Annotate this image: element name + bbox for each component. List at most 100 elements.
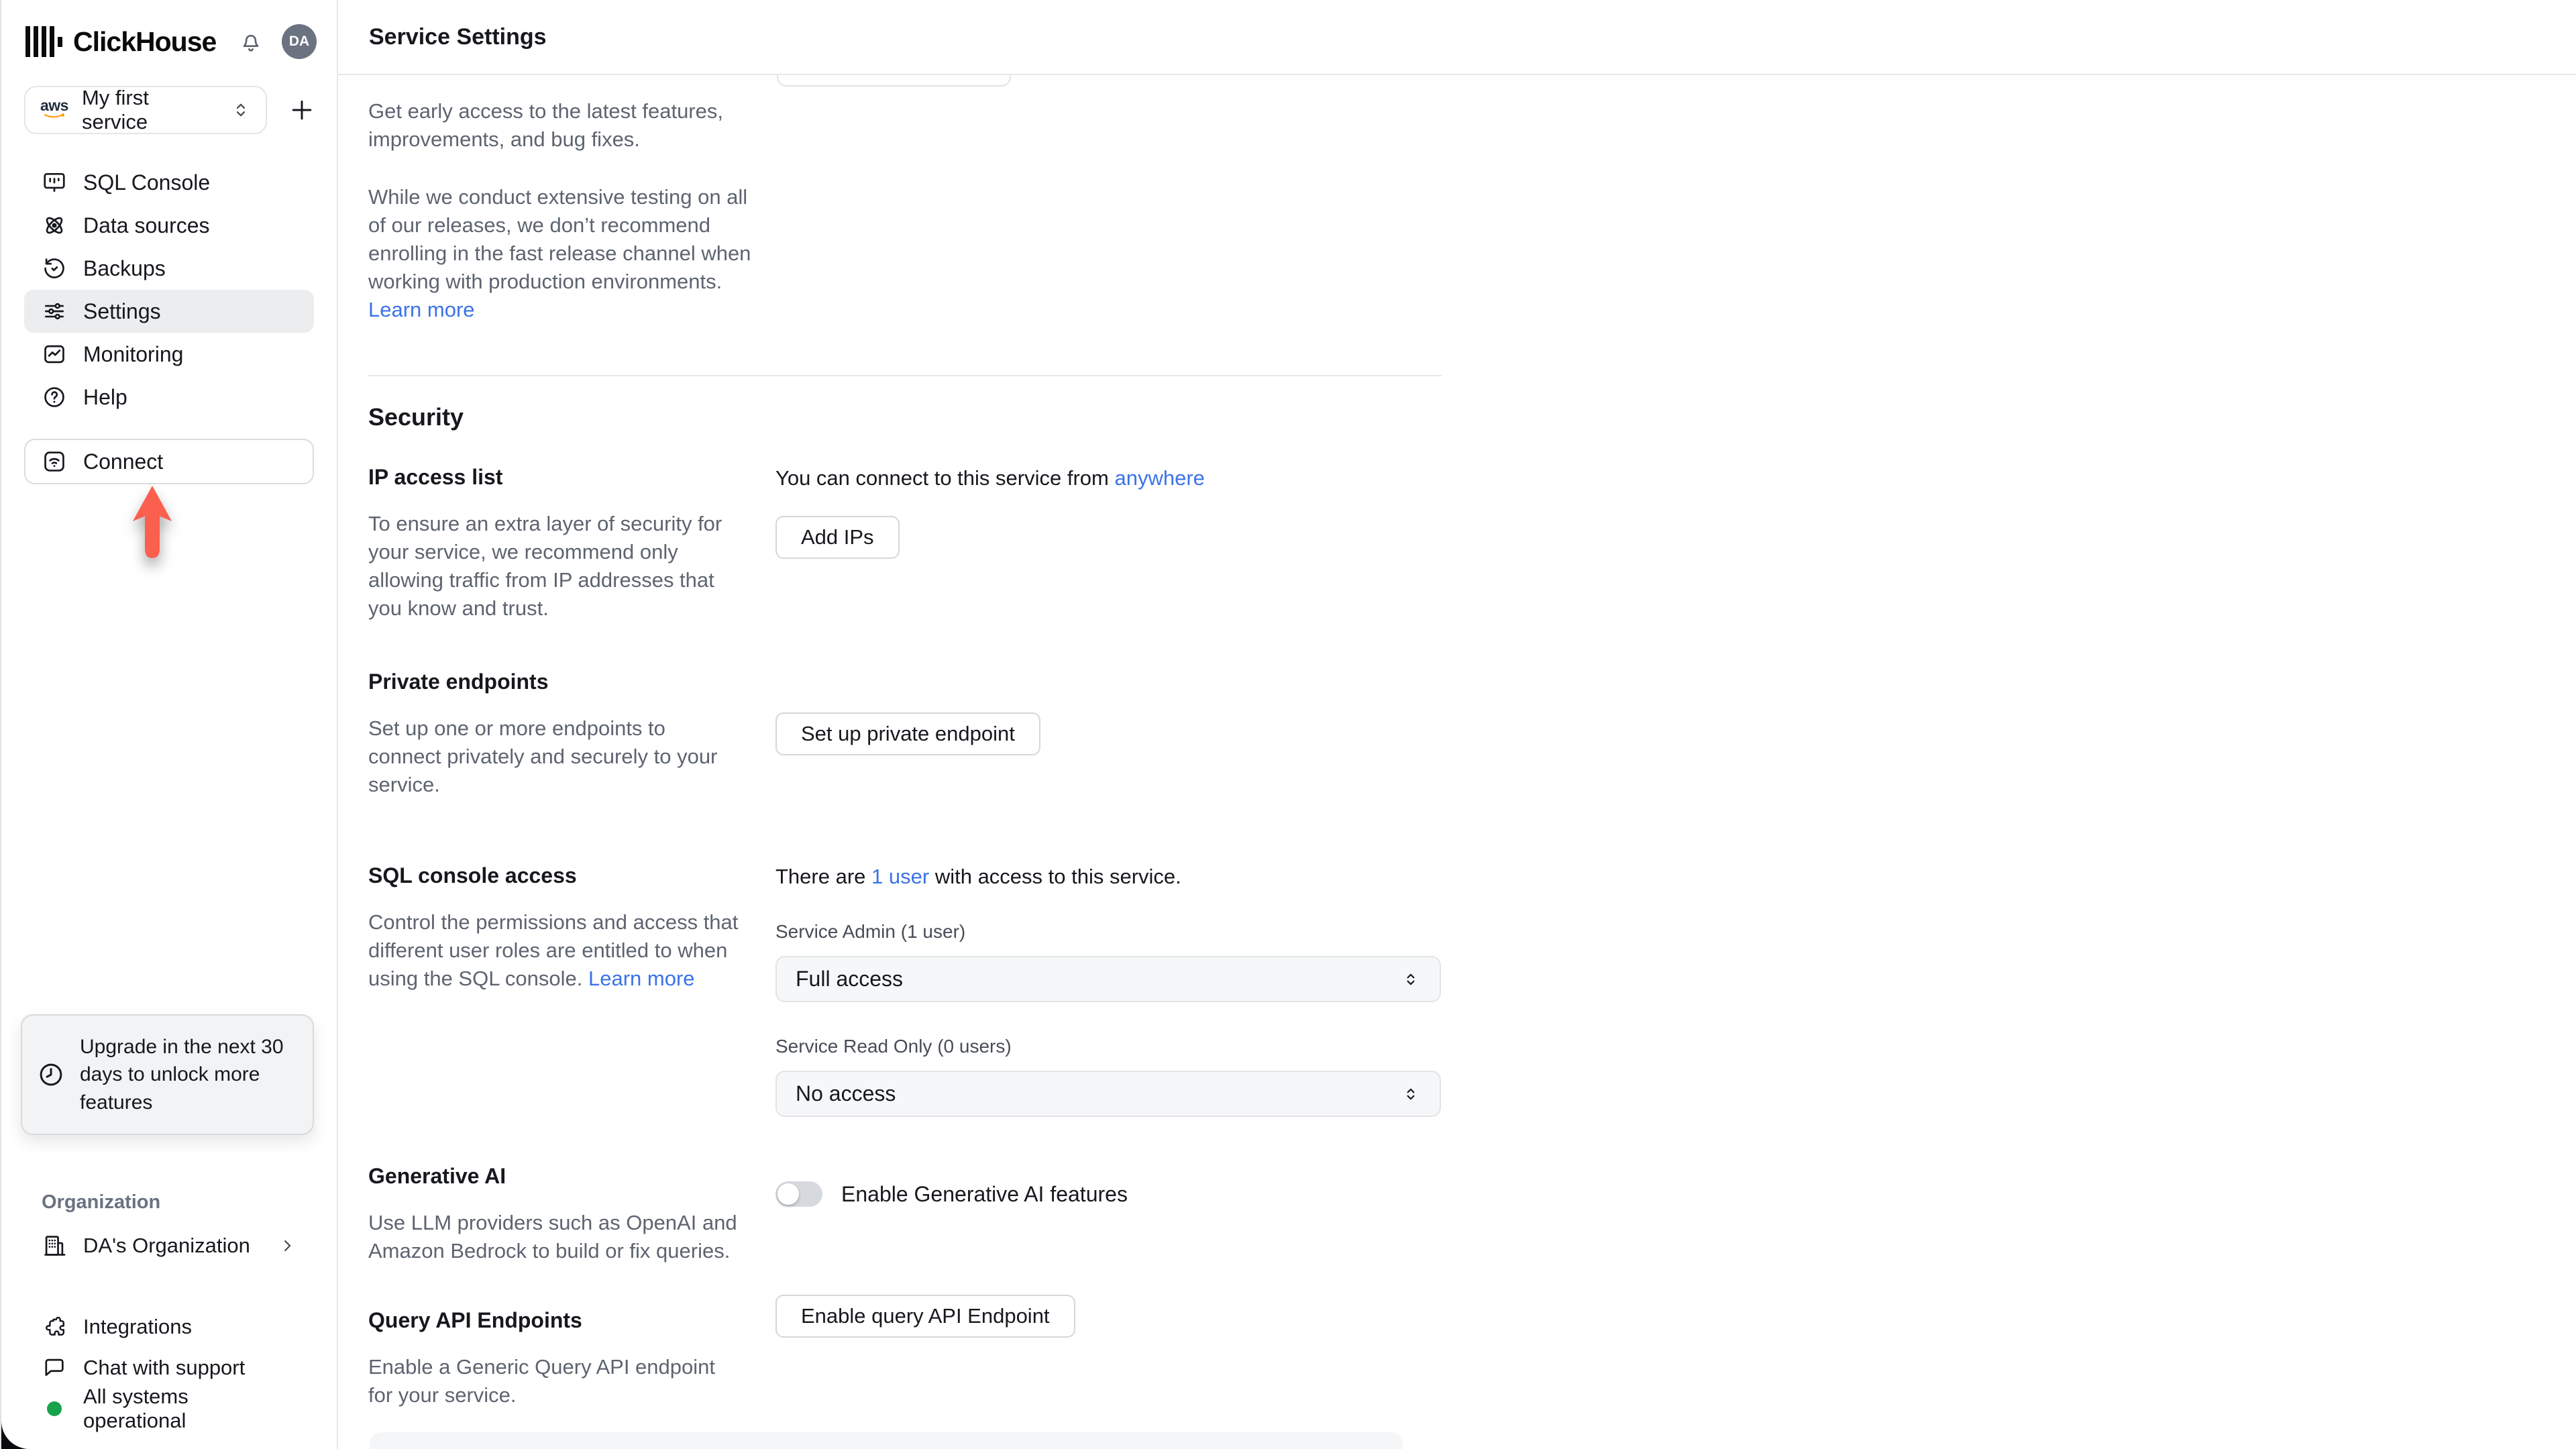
sidebar-item-help[interactable]: Help <box>24 376 314 419</box>
service-admin-select-value: Full access <box>796 967 904 991</box>
security-heading: Security <box>368 403 464 431</box>
service-admin-label: Service Admin (1 user) <box>775 921 966 942</box>
users-with-access-text: There are 1 user with access to this ser… <box>775 865 1181 888</box>
release-learn-more-link[interactable]: Learn more <box>368 298 475 321</box>
main-area: Service Settings Get early access to the… <box>338 0 2576 1449</box>
service-selector-row: aws My first service <box>24 86 317 134</box>
puzzle-icon <box>42 1314 67 1340</box>
release-paragraph-1: Get early access to the latest features,… <box>368 99 723 151</box>
ip-access-list-description: To ensure an extra layer of security for… <box>368 512 722 620</box>
chat-bubble-icon <box>42 1355 67 1381</box>
section-divider <box>368 375 1442 376</box>
sidebar-item-settings[interactable]: Settings <box>24 290 314 333</box>
chevron-updown-icon <box>231 100 251 120</box>
sidebar-item-chat-support[interactable]: Chat with support <box>24 1347 314 1388</box>
clickhouse-logo[interactable]: ClickHouse <box>25 25 217 58</box>
ip-access-list-section: IP access list To ensure an extra layer … <box>368 465 1442 623</box>
bottom-left-overlay <box>1 1410 40 1449</box>
monitoring-icon <box>42 341 67 367</box>
page-title: Service Settings <box>369 23 547 50</box>
ip-access-connect-text: You can connect to this service from any… <box>775 466 1205 490</box>
header-actions: DA <box>237 24 317 59</box>
sidebar-item-sql-console[interactable]: SQL Console <box>24 161 314 204</box>
status-green-dot-icon <box>47 1401 62 1416</box>
chevron-updown-icon <box>1401 969 1421 989</box>
building-icon <box>42 1233 67 1258</box>
query-api-endpoints-section: Query API Endpoints Enable a Generic Que… <box>368 1295 1442 1409</box>
next-section-card-partial <box>370 1432 1403 1449</box>
service-read-only-select[interactable]: No access <box>775 1071 1441 1117</box>
sidebar-item-label: Chat with support <box>83 1355 246 1379</box>
generative-ai-title: Generative AI <box>368 1164 506 1188</box>
generative-ai-toggle[interactable] <box>775 1181 822 1207</box>
settings-content: Get early access to the latest features,… <box>338 75 1445 1409</box>
bell-icon <box>237 28 264 55</box>
sidebar-item-integrations[interactable]: Integrations <box>24 1306 314 1347</box>
page-header: Service Settings <box>338 0 2576 75</box>
anywhere-link[interactable]: anywhere <box>1114 466 1204 490</box>
release-channel-select-partial[interactable] <box>777 75 1011 87</box>
sidebar-item-label: Monitoring <box>83 341 184 366</box>
generative-ai-description: Use LLM providers such as OpenAI and Ama… <box>368 1211 737 1263</box>
connect-icon <box>42 449 67 474</box>
query-api-endpoints-description: Enable a Generic Query API endpoint for … <box>368 1355 715 1407</box>
sidebar-item-monitoring[interactable]: Monitoring <box>24 333 314 376</box>
service-admin-select[interactable]: Full access <box>775 956 1441 1002</box>
chevron-updown-icon <box>1401 1084 1421 1104</box>
organization-row[interactable]: DA's Organization <box>24 1224 314 1267</box>
clickhouse-app: ClickHouse DA aws My first service SQL C… <box>1 0 2576 1449</box>
sidebar: ClickHouse DA aws My first service SQL C… <box>1 0 338 1449</box>
sql-access-learn-more-link[interactable]: Learn more <box>588 967 695 990</box>
sidebar-item-data-sources[interactable]: Data sources <box>24 204 314 247</box>
data-sources-icon <box>42 213 67 238</box>
release-paragraph-2: While we conduct extensive testing on al… <box>368 185 751 321</box>
red-arrow-annotation <box>133 486 172 558</box>
brand-name: ClickHouse <box>73 25 217 57</box>
upgrade-notice-card[interactable]: Upgrade in the next 30 days to unlock mo… <box>21 1014 314 1135</box>
notifications-button[interactable] <box>237 28 264 55</box>
one-user-link[interactable]: 1 user <box>871 865 929 888</box>
clock-icon <box>37 1061 65 1089</box>
sidebar-item-label: Backups <box>83 256 166 280</box>
ip-access-list-title: IP access list <box>368 465 503 489</box>
add-ips-button[interactable]: Add IPs <box>775 516 900 559</box>
generative-ai-section: Generative AI Use LLM providers such as … <box>368 1164 1442 1265</box>
sidebar-item-label: Data sources <box>83 213 210 237</box>
user-avatar[interactable]: DA <box>282 24 317 59</box>
settings-sliders-icon <box>42 299 67 324</box>
service-name: My first service <box>81 86 149 133</box>
private-endpoints-title: Private endpoints <box>368 669 549 694</box>
query-api-endpoints-title: Query API Endpoints <box>368 1308 582 1332</box>
sidebar-nav: SQL Console Data sources Backups Setting… <box>1 161 337 419</box>
toggle-knob <box>777 1183 799 1205</box>
service-read-only-select-value: No access <box>796 1081 896 1106</box>
sql-console-icon <box>42 170 67 195</box>
sidebar-item-label: Help <box>83 384 127 409</box>
add-service-button[interactable] <box>287 95 317 125</box>
service-selector[interactable]: aws My first service <box>24 86 267 134</box>
sidebar-item-label: Settings <box>83 299 161 323</box>
upgrade-notice-text: Upgrade in the next 30 days to unlock mo… <box>80 1035 284 1114</box>
help-icon <box>42 384 67 410</box>
connect-button[interactable]: Connect <box>24 439 314 484</box>
enable-query-api-button[interactable]: Enable query API Endpoint <box>775 1295 1075 1338</box>
clickhouse-logo-icon <box>25 26 62 57</box>
sidebar-item-label: All systems operational <box>83 1384 189 1432</box>
sql-console-access-description: Control the permissions and access that … <box>368 910 739 990</box>
organization-section: Organization DA's Organization <box>1 1191 337 1267</box>
sidebar-header: ClickHouse DA <box>1 0 337 59</box>
sql-console-access-title: SQL console access <box>368 863 577 888</box>
sidebar-footer: Integrations Chat with support All syste… <box>1 1306 337 1432</box>
backups-icon <box>42 256 67 281</box>
sidebar-item-system-status[interactable]: All systems operational <box>24 1385 314 1432</box>
private-endpoints-description: Set up one or more endpoints to connect … <box>368 716 718 796</box>
organization-section-label: Organization <box>42 1191 161 1213</box>
setup-private-endpoint-button[interactable]: Set up private endpoint <box>775 712 1040 755</box>
service-read-only-label: Service Read Only (0 users) <box>775 1036 1012 1057</box>
sidebar-item-label: Integrations <box>83 1314 192 1338</box>
sidebar-item-label: SQL Console <box>83 170 211 195</box>
sql-console-access-section: SQL console access Control the permissio… <box>368 863 1442 1117</box>
generative-ai-toggle-label: Enable Generative AI features <box>841 1181 1128 1206</box>
chevron-right-icon <box>278 1236 297 1255</box>
sidebar-item-backups[interactable]: Backups <box>24 247 314 290</box>
